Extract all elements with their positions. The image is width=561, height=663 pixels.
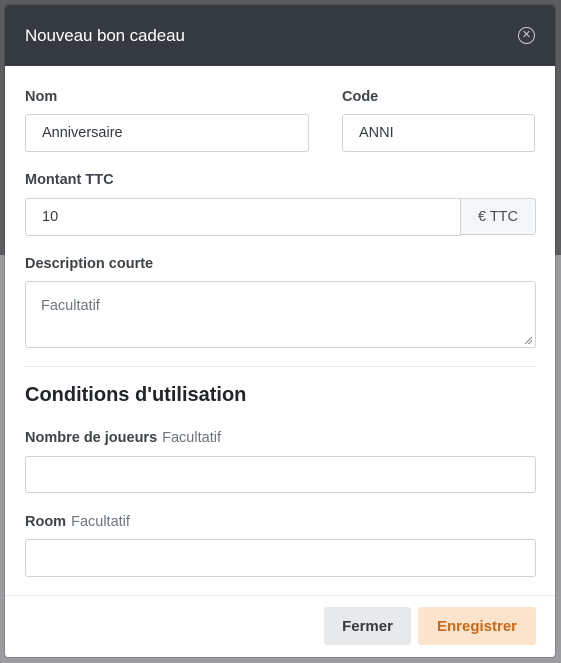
montant-input[interactable]: 10 <box>25 198 461 236</box>
room-hint: Facultatif <box>71 514 130 530</box>
conditions-title: Conditions d'utilisation <box>25 384 247 406</box>
description-textarea[interactable]: Facultatif <box>25 281 536 348</box>
nom-input[interactable]: Anniversaire <box>25 114 309 152</box>
nombre-joueurs-label: Nombre de joueurs Facultatif <box>25 430 221 446</box>
save-button[interactable]: Enregistrer <box>418 607 536 645</box>
close-circle-icon[interactable]: ✕ <box>518 27 535 44</box>
room-input[interactable] <box>25 539 536 577</box>
gift-voucher-modal: Nouveau bon cadeau ✕ Nom Anniversaire Co… <box>5 5 555 657</box>
modal-header: Nouveau bon cadeau ✕ <box>5 5 555 66</box>
description-label: Description courte <box>25 256 154 272</box>
room-label-text: Room <box>25 514 67 530</box>
currency-addon: € TTC <box>461 198 536 235</box>
code-input[interactable]: ANNI <box>342 114 535 152</box>
modal-title: Nouveau bon cadeau <box>25 25 185 45</box>
modal-body: Nom Anniversaire Code ANNI Montant TTC 1… <box>5 66 555 595</box>
nombre-joueurs-hint: Facultatif <box>162 430 221 446</box>
nombre-joueurs-label-text: Nombre de joueurs <box>25 430 158 446</box>
nombre-joueurs-input[interactable] <box>25 456 536 493</box>
code-label: Code <box>342 89 379 105</box>
nom-label: Nom <box>25 89 58 105</box>
montant-label: Montant TTC <box>25 172 114 188</box>
close-button[interactable]: Fermer <box>324 607 411 645</box>
resize-handle-icon[interactable] <box>525 337 532 344</box>
description-placeholder: Facultatif <box>41 298 100 314</box>
section-divider <box>25 366 535 367</box>
modal-footer: Fermer Enregistrer <box>5 595 555 657</box>
room-label: Room Facultatif <box>25 514 130 530</box>
